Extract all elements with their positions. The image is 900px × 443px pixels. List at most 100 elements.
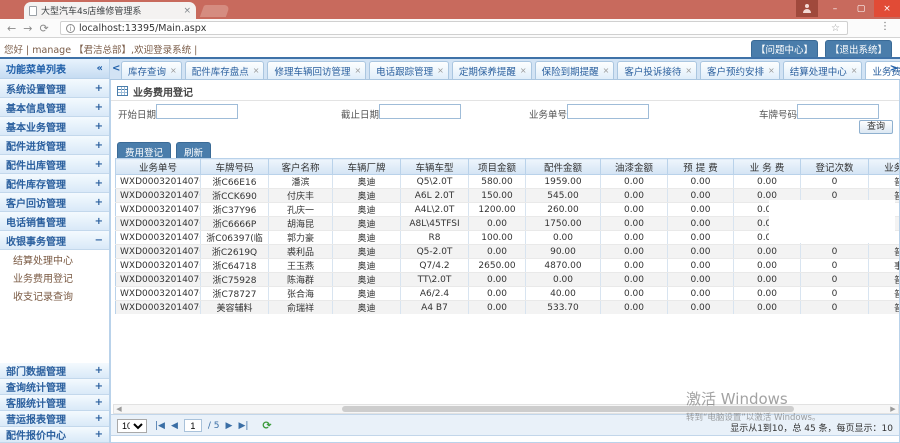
sidebar-group-4[interactable]: 配件出库管理 + [0, 155, 109, 174]
horizontal-scrollbar[interactable]: ◀ ▶ [113, 404, 899, 414]
sidebar-group-0[interactable]: 系统设置管理 + [0, 79, 109, 98]
minimize-button[interactable]: – [822, 0, 848, 17]
module-tab-7[interactable]: 客户预约安排 × [700, 61, 780, 79]
column-header-2[interactable]: 客户名称 [268, 158, 333, 175]
next-page-icon[interactable]: ▶ [226, 421, 233, 431]
close-window-button[interactable]: × [874, 0, 900, 17]
sidebar-bottom-group-1[interactable]: 查询统计管理 + [0, 379, 109, 395]
filter-input-2[interactable] [567, 104, 649, 119]
sidebar-bottom-group-3[interactable]: 营运报表管理 + [0, 411, 109, 427]
sidebar-group-5[interactable]: 配件库存管理 + [0, 174, 109, 193]
column-header-5[interactable]: 项目金额 [468, 158, 526, 175]
collapse-sidebar-icon[interactable]: « [97, 63, 103, 74]
expand-plus-icon[interactable]: + [95, 159, 103, 170]
close-tab-icon[interactable]: × [768, 66, 775, 75]
pager-refresh-icon[interactable]: ⟳ [262, 419, 271, 432]
bookmark-star-icon[interactable]: ☆ [831, 23, 840, 34]
prev-page-icon[interactable]: ◀ [171, 421, 178, 431]
table-row[interactable]: WXD0003201407050浙C75928陈海群奥迪TT\2.0T0.000… [115, 272, 899, 287]
sidebar-group-2[interactable]: 基本业务管理 + [0, 117, 109, 136]
expand-plus-icon[interactable]: + [95, 178, 103, 189]
maximize-button[interactable]: ▢ [848, 0, 874, 17]
column-header-11[interactable]: 业务员 [868, 158, 899, 175]
expand-plus-icon[interactable]: + [95, 216, 103, 227]
expand-plus-icon[interactable]: + [95, 197, 103, 208]
column-header-3[interactable]: 车辆厂牌 [332, 158, 401, 175]
scroll-right-arrow-icon[interactable]: ▶ [888, 405, 898, 413]
last-page-icon[interactable]: ▶| [238, 421, 248, 431]
sidebar-group-6[interactable]: 客户回访管理 + [0, 193, 109, 212]
close-tab-icon[interactable]: × [437, 66, 444, 75]
tab-scroll-left-icon[interactable]: < [112, 63, 120, 74]
close-tab-icon[interactable]: × [183, 6, 191, 16]
table-row[interactable]: WXD0003201407056浙C64718王玉燕奥迪Q7/4.22650.0… [115, 258, 899, 273]
close-tab-icon[interactable]: × [851, 66, 858, 75]
module-tab-1[interactable]: 配件库存盘点 × [184, 61, 265, 79]
sidebar-bottom-group-2[interactable]: 客服统计管理 + [0, 395, 109, 411]
scroll-left-arrow-icon[interactable]: ◀ [114, 405, 124, 413]
info-icon[interactable]: i [66, 23, 75, 33]
profile-icon[interactable] [796, 0, 818, 17]
collapse-minus-icon[interactable]: − [95, 235, 103, 246]
module-tab-2[interactable]: 修理车辆回访管理 × [267, 61, 367, 79]
expand-plus-icon[interactable]: + [95, 102, 103, 113]
module-tab-6[interactable]: 客户投诉接待 × [617, 61, 698, 79]
table-row[interactable]: WXD0003201407006美容辅料俞瑞祥奥迪A4 B70.00533.70… [115, 300, 899, 314]
sidebar-group-7[interactable]: 电话销售管理 + [0, 212, 109, 231]
expand-plus-icon[interactable]: + [95, 381, 103, 392]
expand-plus-icon[interactable]: + [95, 83, 103, 94]
query-button[interactable]: 查询 [859, 120, 893, 134]
module-tab-4[interactable]: 定期保养提醒 × [451, 61, 532, 79]
column-header-10[interactable]: 登记次数 [800, 158, 869, 175]
reload-icon[interactable]: ⟳ [39, 23, 48, 34]
filter-input-1[interactable] [379, 104, 461, 119]
close-tab-icon[interactable]: × [603, 66, 610, 75]
sidebar-bottom-group-0[interactable]: 部门数据管理 + [0, 363, 109, 379]
table-row[interactable]: WXD0003201407061浙C2619Q裘利品奥迪Q5-2.0T0.009… [115, 244, 899, 259]
column-header-8[interactable]: 预 提 费 [667, 158, 734, 175]
close-tab-icon[interactable]: × [520, 66, 527, 75]
module-tab-5[interactable]: 保险到期提醒 × [534, 61, 615, 79]
column-header-0[interactable]: 业务单号 [115, 158, 201, 175]
browser-tab[interactable]: 大型汽车4s店维修管理系 × [24, 2, 196, 19]
sidebar-subitem-2[interactable]: 收支记录查询 [0, 286, 109, 304]
expand-plus-icon[interactable]: + [95, 429, 103, 440]
sidebar-group-8[interactable]: 收银事务管理 − [0, 231, 109, 250]
sidebar-subitem-1[interactable]: 业务费用登记 [0, 268, 109, 286]
expand-plus-icon[interactable]: + [95, 140, 103, 151]
column-header-9[interactable]: 业 务 费 [733, 158, 801, 175]
tab-scroll-right-icon[interactable]: > [890, 63, 898, 74]
scrollbar-thumb[interactable] [342, 406, 794, 412]
close-tab-icon[interactable]: × [354, 66, 361, 75]
sidebar-group-3[interactable]: 配件进货管理 + [0, 136, 109, 155]
filter-input-0[interactable] [156, 104, 238, 119]
forward-icon[interactable]: → [23, 23, 32, 34]
url-input[interactable]: i localhost:13395/Main.aspx [60, 21, 848, 35]
column-header-6[interactable]: 配件金额 [525, 158, 601, 175]
sidebar-group-1[interactable]: 基本信息管理 + [0, 98, 109, 117]
first-page-icon[interactable]: |◀ [155, 421, 165, 431]
sidebar-bottom-group-4[interactable]: 配件报价中心 + [0, 427, 109, 443]
module-tab-0[interactable]: 库存查询 × [121, 61, 182, 79]
column-header-7[interactable]: 油漆金额 [600, 158, 668, 175]
table-row[interactable]: WXD0003201407066浙C66E16潘滨奥迪Q5\2.0T580.00… [115, 174, 899, 189]
module-tab-3[interactable]: 电话跟踪管理 × [369, 61, 449, 79]
sidebar-subitem-0[interactable]: 结算处理中心 [0, 250, 109, 268]
close-tab-icon[interactable]: × [170, 66, 177, 75]
table-row[interactable]: WXD0003201407039浙C78727张合海奥迪A6/2.40.0040… [115, 286, 899, 301]
back-icon[interactable]: ← [7, 23, 16, 34]
module-tab-8[interactable]: 结算处理中心 × [782, 61, 863, 79]
close-tab-icon[interactable]: × [253, 66, 260, 75]
expand-plus-icon[interactable]: + [95, 365, 103, 376]
expand-plus-icon[interactable]: + [95, 397, 103, 408]
close-tab-icon[interactable]: × [685, 66, 692, 75]
new-tab-button[interactable] [199, 5, 231, 17]
page-size-select[interactable]: 10 [117, 419, 147, 433]
column-header-1[interactable]: 车牌号码 [200, 158, 269, 175]
filter-input-3[interactable] [797, 104, 879, 119]
expand-plus-icon[interactable]: + [95, 413, 103, 424]
browser-menu-icon[interactable]: ⋮ [880, 21, 890, 32]
expand-plus-icon[interactable]: + [95, 121, 103, 132]
column-header-4[interactable]: 车辆车型 [400, 158, 469, 175]
page-number-input[interactable] [183, 419, 202, 432]
